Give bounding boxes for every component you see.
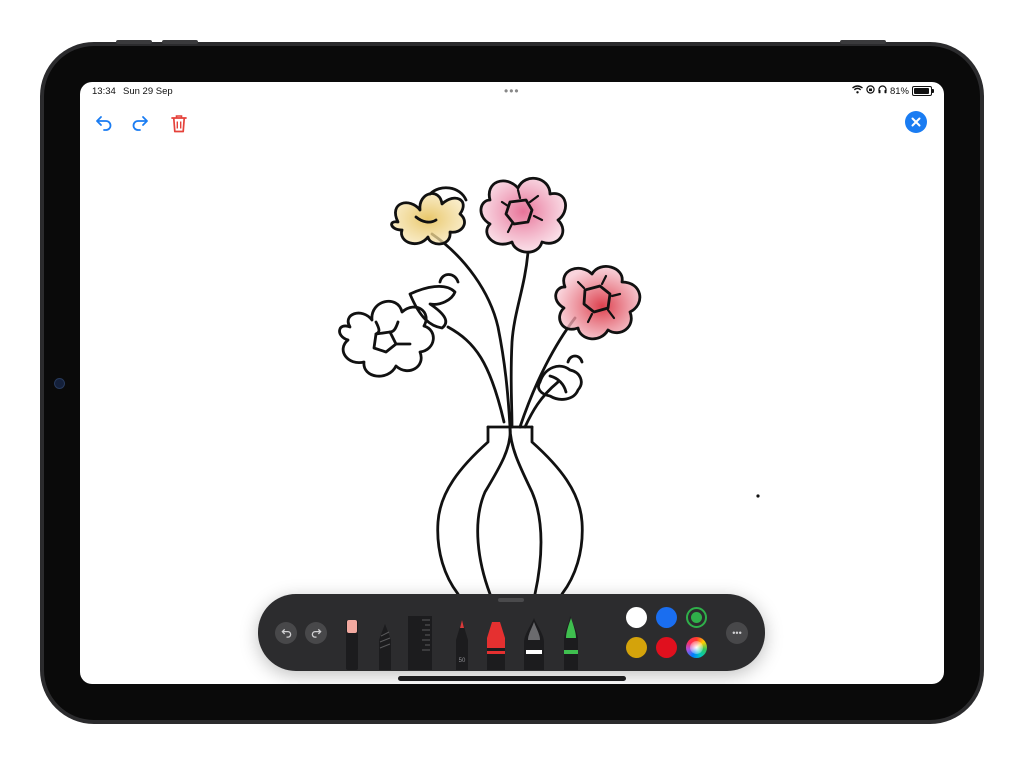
- marker-tool[interactable]: [487, 622, 505, 670]
- tool-palette: 50 •••: [258, 594, 765, 671]
- fountain-pen-tool[interactable]: [524, 618, 544, 670]
- color-wheel-center: [690, 641, 703, 654]
- swatch-green[interactable]: [686, 607, 707, 628]
- volume-up-button: [116, 40, 152, 44]
- palette-grabber[interactable]: [498, 598, 524, 602]
- home-indicator: [398, 676, 626, 681]
- volume-down-button: [162, 40, 198, 44]
- undo-arrow-icon: [280, 628, 291, 638]
- drawing-tools: 50: [346, 616, 578, 670]
- pencil-icon: [460, 620, 464, 628]
- front-camera: [54, 378, 65, 389]
- lasso-tool[interactable]: [379, 624, 391, 670]
- top-button: [840, 40, 886, 44]
- palette-undo-button[interactable]: [275, 622, 297, 644]
- stray-dot: [756, 494, 760, 498]
- watercolor-brush-tool[interactable]: [564, 616, 578, 670]
- swatch-yellow[interactable]: [626, 637, 647, 658]
- pencil-tool[interactable]: 50: [456, 620, 468, 670]
- screen: 13:34 Sun 29 Sep ••• 81% 50 •••: [80, 82, 944, 684]
- ruler-tool[interactable]: [408, 616, 432, 670]
- eraser-tool[interactable]: [346, 620, 358, 670]
- flower-drawing: [338, 176, 642, 596]
- more-options-button[interactable]: •••: [726, 622, 748, 644]
- ruler-icon: [408, 616, 432, 670]
- eraser-icon: [347, 620, 357, 633]
- swatch-blue[interactable]: [656, 607, 677, 628]
- swatch-white[interactable]: [626, 607, 647, 628]
- palette-redo-button[interactable]: [305, 622, 327, 644]
- more-icon: •••: [732, 628, 742, 638]
- swatch-green-selected-dot: [691, 612, 702, 623]
- swatch-red[interactable]: [656, 637, 677, 658]
- redo-arrow-icon: [311, 628, 322, 638]
- color-wheel-icon[interactable]: [686, 637, 707, 658]
- pencil-opacity-label: 50: [459, 658, 466, 664]
